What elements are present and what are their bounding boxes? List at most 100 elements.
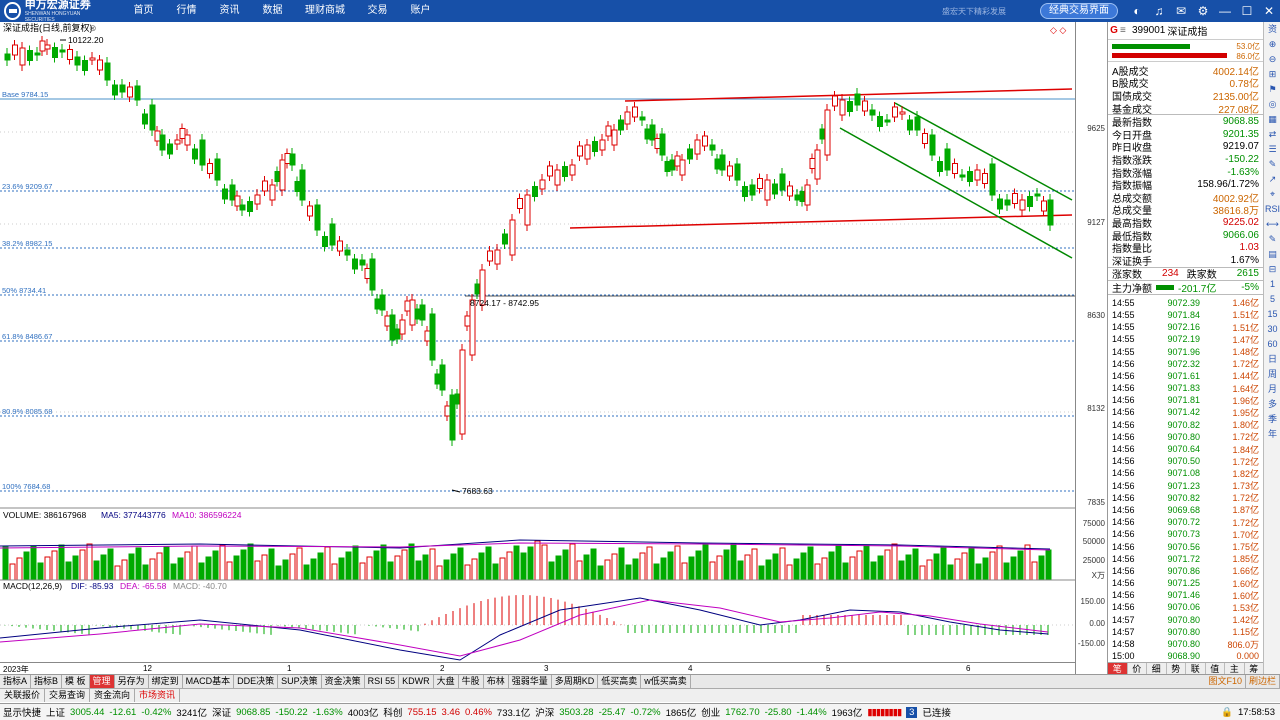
- message-badge[interactable]: 3: [906, 706, 918, 718]
- tick-list[interactable]: 14:55 9072.39 1.46亿 14:55 9071.84 1.51亿 14:55 9…: [1108, 295, 1263, 687]
- candle-body[interactable]: [74, 56, 81, 66]
- candle-body[interactable]: [839, 99, 846, 116]
- candle-body[interactable]: [369, 258, 376, 291]
- candle-body[interactable]: [154, 130, 161, 142]
- indicator-tab[interactable]: 大盘: [434, 675, 459, 688]
- indicator-tab[interactable]: 多周期KD: [552, 675, 599, 688]
- candle-body[interactable]: [832, 95, 838, 107]
- candle-body[interactable]: [239, 204, 246, 211]
- indicator-tab[interactable]: KDWR: [399, 675, 434, 688]
- candle-body[interactable]: [649, 124, 656, 141]
- candle-body[interactable]: [694, 139, 701, 155]
- skin-icon[interactable]: ◐: [1126, 0, 1148, 22]
- candle-body[interactable]: [809, 158, 816, 169]
- indicator-tab[interactable]: 管理: [89, 675, 115, 688]
- kline-chart[interactable]: Base 9784.15 23.6% 9209.67 38.2% 8982.15 50…: [0, 22, 1075, 676]
- candle-body[interactable]: [577, 145, 583, 157]
- candle-body[interactable]: [389, 314, 396, 341]
- candle-body[interactable]: [674, 155, 681, 167]
- candle-body[interactable]: [384, 315, 391, 327]
- group-badge[interactable]: G: [1108, 25, 1120, 36]
- menu-icon[interactable]: ≡: [1120, 25, 1130, 36]
- candle-body[interactable]: [474, 283, 481, 295]
- candle-body[interactable]: [742, 186, 748, 197]
- toolbar-item[interactable]: 15: [1264, 307, 1280, 322]
- candle-body[interactable]: [307, 205, 313, 217]
- candle-body[interactable]: [1019, 199, 1026, 211]
- candle-body[interactable]: [539, 179, 546, 190]
- candle-body[interactable]: [159, 134, 166, 151]
- candle-body[interactable]: [632, 106, 638, 118]
- candle-body[interactable]: [714, 158, 721, 170]
- candle-body[interactable]: [914, 116, 921, 131]
- candle-body[interactable]: [344, 249, 351, 256]
- candle-body[interactable]: [214, 158, 221, 181]
- nav-trade[interactable]: 交易: [356, 0, 399, 22]
- candle-body[interactable]: [794, 194, 801, 201]
- candle-body[interactable]: [112, 84, 118, 96]
- candle-body[interactable]: [819, 128, 826, 140]
- candle-body[interactable]: [459, 349, 466, 435]
- candle-body[interactable]: [12, 44, 18, 56]
- candle-body[interactable]: [167, 143, 173, 155]
- candle-body[interactable]: [997, 198, 1003, 210]
- candle-body[interactable]: [974, 169, 981, 181]
- cy-label[interactable]: 创业: [701, 705, 720, 719]
- candle-body[interactable]: [952, 163, 958, 174]
- candle-body[interactable]: [804, 184, 811, 206]
- candle-body[interactable]: [687, 148, 693, 160]
- candle-body[interactable]: [854, 93, 861, 106]
- candle-body[interactable]: [142, 113, 148, 125]
- candle-body[interactable]: [207, 163, 213, 174]
- minimize-icon[interactable]: —: [1214, 0, 1236, 22]
- candle-body[interactable]: [982, 173, 988, 184]
- indicator-tab[interactable]: 牛股: [459, 675, 484, 688]
- candle-body[interactable]: [787, 185, 793, 197]
- candle-body[interactable]: [509, 219, 516, 256]
- candle-body[interactable]: [409, 299, 416, 326]
- indicator-tab[interactable]: 指标A: [0, 675, 32, 688]
- candle-body[interactable]: [929, 134, 936, 156]
- bottom-tab[interactable]: 市场资讯: [135, 689, 181, 702]
- candle-body[interactable]: [322, 236, 328, 247]
- candle-body[interactable]: [352, 258, 358, 270]
- candle-body[interactable]: [749, 184, 756, 196]
- candle-body[interactable]: [922, 133, 928, 144]
- candle-body[interactable]: [82, 60, 88, 71]
- toolbar-item[interactable]: ⊞: [1264, 67, 1280, 82]
- candle-body[interactable]: [199, 139, 206, 166]
- indicator-tab[interactable]: DDE决策: [234, 675, 279, 688]
- candle-body[interactable]: [618, 119, 624, 131]
- candle-body[interactable]: [562, 166, 568, 177]
- toolbar-item[interactable]: ⊟: [1264, 262, 1280, 277]
- chart-tool-icon[interactable]: ◇ ◇: [1050, 25, 1066, 35]
- toolbar-item[interactable]: ▦: [1264, 112, 1280, 127]
- toolbar-item[interactable]: RSI: [1264, 202, 1280, 217]
- candle-body[interactable]: [989, 163, 996, 196]
- candle-body[interactable]: [444, 405, 451, 417]
- toolbar-item[interactable]: ◎: [1264, 97, 1280, 112]
- candle-body[interactable]: [1027, 196, 1033, 207]
- candle-body[interactable]: [624, 111, 631, 125]
- candle-body[interactable]: [379, 294, 386, 311]
- candle-body[interactable]: [669, 159, 676, 171]
- bottom-tab[interactable]: 关联报价: [0, 689, 46, 702]
- indicator-tab[interactable]: 低买高卖: [598, 675, 642, 688]
- nav-account[interactable]: 账户: [399, 0, 442, 22]
- toolbar-item[interactable]: 30: [1264, 322, 1280, 337]
- candle-body[interactable]: [374, 298, 381, 310]
- hs-label[interactable]: 沪深: [535, 705, 554, 719]
- candle-body[interactable]: [439, 364, 446, 391]
- candle-body[interactable]: [554, 169, 561, 186]
- candle-body[interactable]: [119, 84, 126, 93]
- candle-body[interactable]: [1041, 200, 1047, 212]
- toolbar-item[interactable]: ↗: [1264, 172, 1280, 187]
- candle-body[interactable]: [39, 40, 46, 52]
- candle-body[interactable]: [434, 373, 441, 385]
- toolbar-item[interactable]: ⊖: [1264, 52, 1280, 67]
- candle-body[interactable]: [884, 119, 891, 123]
- candle-body[interactable]: [44, 44, 51, 50]
- candle-body[interactable]: [247, 201, 253, 212]
- candle-body[interactable]: [469, 299, 476, 356]
- candle-body[interactable]: [644, 128, 651, 140]
